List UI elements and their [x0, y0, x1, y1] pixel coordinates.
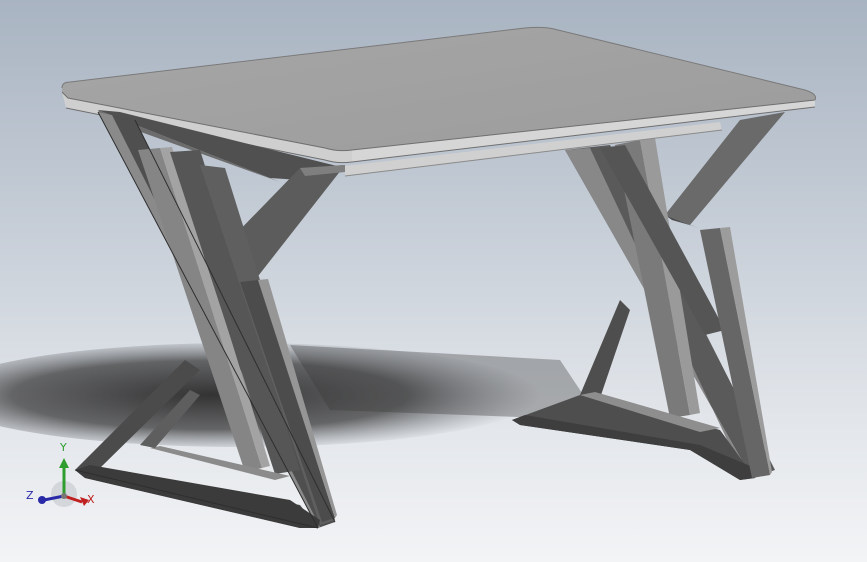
- triad-z-label: Z: [26, 489, 34, 502]
- triad-y-label: Y: [60, 441, 67, 454]
- right-leg: [512, 112, 785, 480]
- table-model[interactable]: [0, 0, 867, 562]
- graphics-viewport[interactable]: Y Z X: [0, 0, 867, 562]
- reference-triad: Y Z X: [22, 438, 102, 518]
- left-leg: [74, 110, 345, 529]
- triad-x-label: X: [87, 493, 95, 506]
